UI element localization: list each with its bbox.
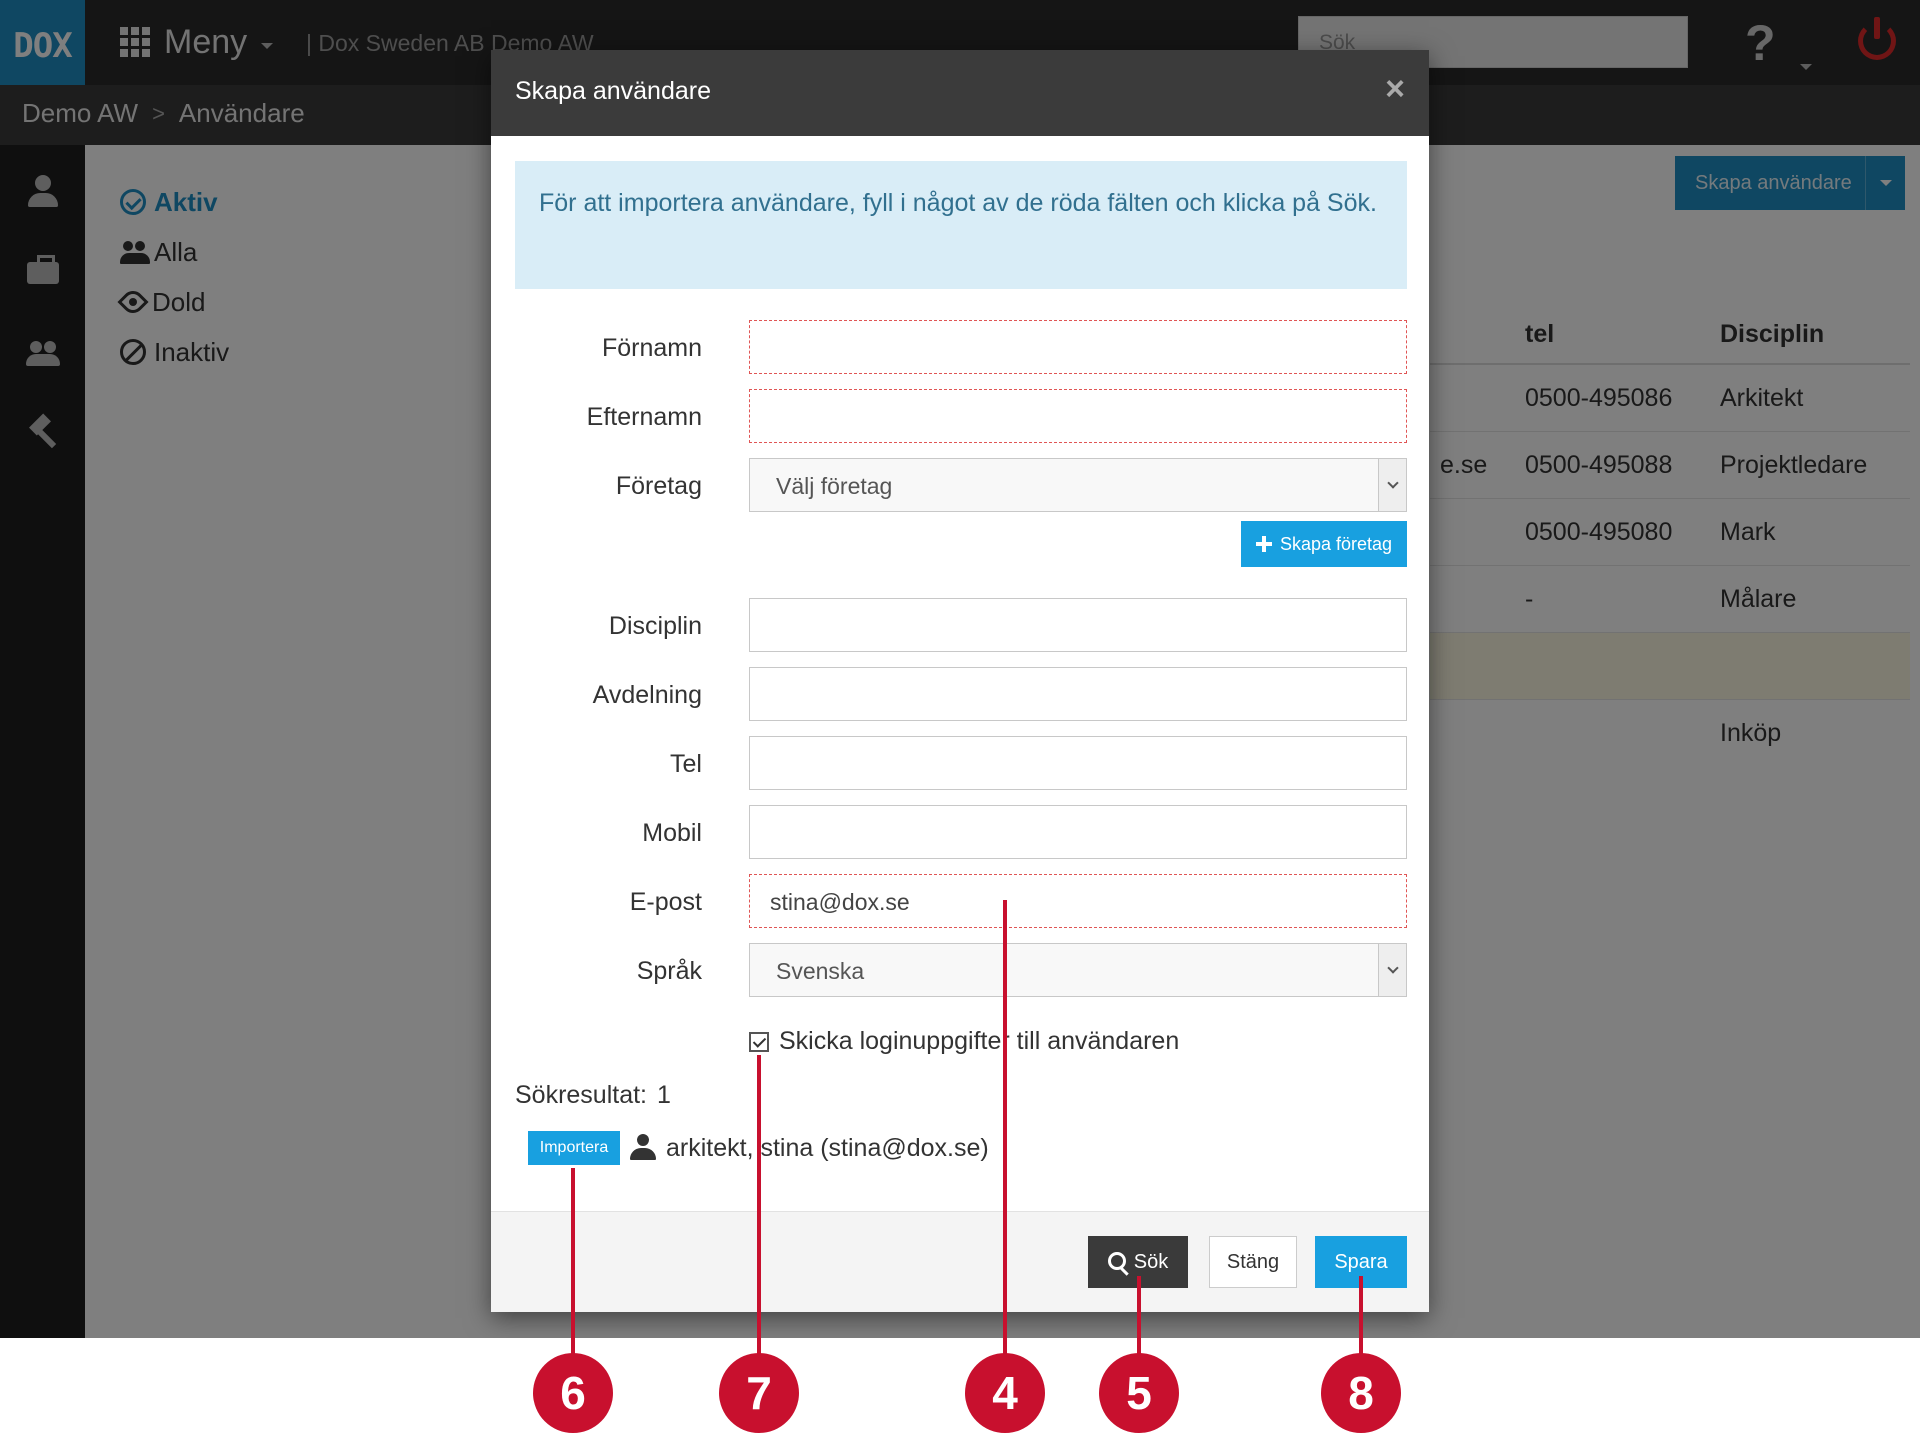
info-alert: För att importera användare, fyll i någo… [515,161,1407,289]
send-login-label[interactable]: Skicka loginuppgifter till användaren [779,1027,1179,1056]
search-button-label: Sök [1133,1250,1169,1273]
callout-8: 8 [1321,1353,1401,1433]
label-avdelning: Avdelning [592,681,702,709]
row-disciplin: Disciplin [491,598,1429,652]
callout-4: 4 [965,1353,1045,1433]
sprak-selected-value: Svenska [776,958,865,984]
callout-5: 5 [1099,1353,1179,1433]
label-efternamn: Efternamn [586,403,702,431]
label-epost: E-post [629,888,702,916]
callout-line-7 [757,1055,761,1354]
fornamn-input[interactable] [749,320,1407,374]
chevron-down-icon[interactable] [1378,459,1406,511]
disciplin-input[interactable] [749,598,1407,652]
callout-line-6 [571,1168,575,1354]
send-login-checkbox[interactable] [749,1031,769,1052]
app-background: DOX Meny | Dox Sweden AB Demo AW Sök ? D… [0,0,1920,1338]
foretag-select[interactable]: Välj företag [749,458,1407,512]
send-login-checkbox-row[interactable]: Skicka loginuppgifter till användaren [749,1027,1179,1056]
import-button[interactable]: Importera [528,1131,620,1165]
label-disciplin: Disciplin [608,612,702,640]
close-button[interactable]: Stäng [1209,1236,1297,1288]
search-result-number: 1 [657,1081,671,1109]
create-company-label: Skapa företag [1279,533,1393,554]
label-fornamn: Förnamn [601,334,702,362]
row-mobil: Mobil [491,805,1429,859]
label-tel: Tel [670,750,702,778]
row-tel: Tel [491,736,1429,790]
modal-header: Skapa användare × [491,50,1429,136]
avdelning-input[interactable] [749,667,1407,721]
label-sprak: Språk [636,957,702,985]
callout-line-8 [1359,1276,1363,1354]
search-result-text: arkitekt, stina (stina@dox.se) [666,1133,989,1162]
create-company-button[interactable]: Skapa företag [1241,521,1407,567]
callout-6: 6 [533,1353,613,1433]
row-avdelning: Avdelning [491,667,1429,721]
callout-line-4 [1003,900,1007,1354]
close-icon[interactable]: × [1385,70,1405,109]
tel-input[interactable] [749,736,1407,790]
user-icon [630,1134,656,1162]
row-efternamn: Efternamn [491,389,1429,443]
chevron-down-icon[interactable] [1378,944,1406,996]
row-fornamn: Förnamn [491,320,1429,374]
search-icon [1107,1251,1126,1270]
mobil-input[interactable] [749,805,1407,859]
epost-input[interactable]: stina@dox.se [749,874,1407,928]
create-user-modal: Skapa användare × För att importera anvä… [491,50,1429,1312]
modal-title: Skapa användare [515,77,711,105]
callout-line-5 [1137,1276,1141,1354]
row-sprak: Språk Svenska [491,943,1429,997]
row-foretag: Företag Välj företag [491,458,1429,512]
callout-7: 7 [719,1353,799,1433]
search-result-count: Sökresultat: 1 [515,1081,671,1110]
foretag-selected-value: Välj företag [776,473,893,499]
search-result-label: Sökresultat: [515,1081,648,1109]
sprak-select[interactable]: Svenska [749,943,1407,997]
label-mobil: Mobil [642,819,702,847]
label-foretag: Företag [615,472,702,500]
plus-icon [1255,536,1272,552]
modal-footer: Sök Stäng Spara [491,1211,1429,1312]
efternamn-input[interactable] [749,389,1407,443]
row-epost: E-post stina@dox.se [491,874,1429,928]
